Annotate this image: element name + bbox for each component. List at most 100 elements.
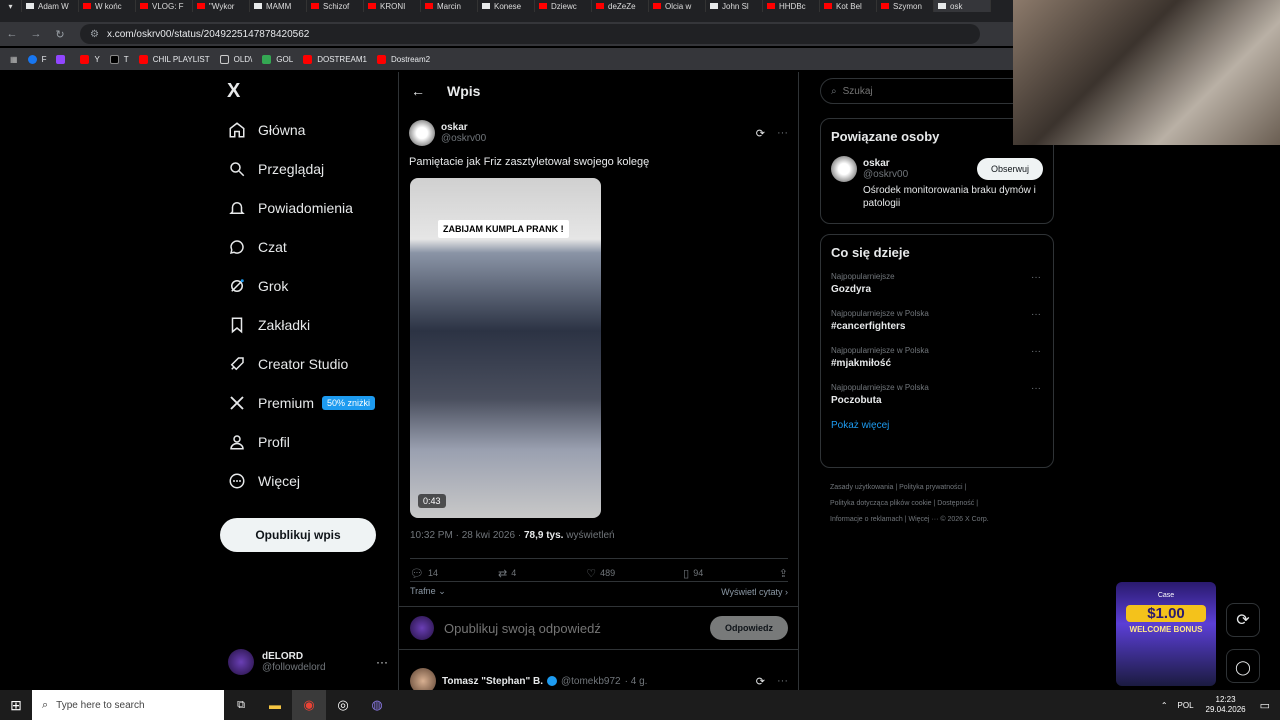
- browser-tab[interactable]: HHDBc: [763, 0, 820, 12]
- address-bar[interactable]: ⚙ x.com/oskrv00/status/20492251478784205…: [80, 24, 980, 44]
- footer-link[interactable]: Polityka prywatności: [899, 484, 962, 491]
- browser-tab[interactable]: Adam W: [22, 0, 79, 12]
- reply-time[interactable]: · 4 g.: [625, 676, 648, 687]
- windows-start-icon[interactable]: ⊞: [0, 697, 32, 714]
- notifications-icon[interactable]: ▭: [1260, 699, 1270, 712]
- trend-item[interactable]: Najpopularniejsze w Polska Poczobuta ···: [831, 383, 1043, 406]
- chrome-icon[interactable]: ◉: [292, 690, 326, 720]
- nav-item-8[interactable]: Profil: [220, 422, 398, 461]
- browser-tab[interactable]: W końc: [79, 0, 136, 12]
- bookmark-item[interactable]: F: [27, 54, 46, 64]
- browser-tab[interactable]: Schizof: [307, 0, 364, 12]
- obs-icon[interactable]: ◎: [326, 697, 360, 713]
- reply-item[interactable]: Tomasz "Stephan" B. @tomekb972 · 4 g. ⟳ …: [410, 668, 788, 692]
- nav-item-7[interactable]: Premium 50% zniżki: [220, 383, 398, 422]
- browser-tab[interactable]: "Wykor: [193, 0, 250, 12]
- bookmark-item[interactable]: CHIL PLAYLIST: [138, 54, 210, 64]
- related-avatar[interactable]: [831, 156, 857, 182]
- author-avatar[interactable]: [409, 120, 435, 146]
- nav-item-5[interactable]: Zakładki: [220, 305, 398, 344]
- nav-item-6[interactable]: Creator Studio: [220, 344, 398, 383]
- nav-item-0[interactable]: Główna: [220, 110, 398, 149]
- bookmark-item[interactable]: Y: [80, 54, 100, 64]
- footer-link[interactable]: Informacje o reklamach: [830, 516, 903, 523]
- trend-more-icon[interactable]: ···: [1031, 309, 1041, 320]
- file-explorer-icon[interactable]: ▬: [258, 698, 292, 712]
- post-timestamp[interactable]: 10:32 PM · 28 kwi 2026 ·: [410, 530, 524, 541]
- reply-handle[interactable]: @tomekb972: [561, 676, 621, 687]
- related-name[interactable]: oskar: [863, 158, 908, 169]
- show-more-link[interactable]: Pokaż więcej: [831, 420, 1043, 431]
- reply-grok-icon[interactable]: ⟳: [756, 675, 765, 688]
- browser-tab[interactable]: deZeZe: [592, 0, 649, 12]
- search-input[interactable]: [840, 84, 1001, 98]
- reply-icon[interactable]: 💬︎: [410, 567, 424, 580]
- back-icon[interactable]: ←: [0, 28, 24, 40]
- back-arrow-icon[interactable]: ←: [411, 83, 425, 99]
- browser-tab[interactable]: Dziewc: [535, 0, 592, 12]
- forward-icon[interactable]: →: [24, 28, 48, 40]
- publish-post-button[interactable]: Opublikuj wpis: [220, 518, 376, 552]
- trend-more-icon[interactable]: ···: [1031, 346, 1041, 357]
- browser-tab[interactable]: Kot Bel: [820, 0, 877, 12]
- nav-item-2[interactable]: Powiadomienia: [220, 188, 398, 227]
- bookmark-item[interactable]: Dostream2: [376, 54, 430, 64]
- reply-input[interactable]: [442, 619, 692, 637]
- bookmark-icon[interactable]: ▯: [683, 567, 689, 580]
- trend-more-icon[interactable]: ···: [1031, 272, 1041, 283]
- promo-ad[interactable]: Case $1.00 WELCOME BONUS: [1116, 582, 1216, 686]
- grok-explain-icon[interactable]: ⟳: [756, 127, 765, 140]
- browser-tab[interactable]: VLOG: F: [136, 0, 193, 12]
- nav-item-3[interactable]: Czat: [220, 227, 398, 266]
- share-icon[interactable]: ⇪: [779, 567, 788, 580]
- footer-link[interactable]: Dostępność: [937, 500, 974, 507]
- browser-tab[interactable]: Olcia w: [649, 0, 706, 12]
- task-view-icon[interactable]: ⧉: [224, 699, 258, 712]
- repost-icon[interactable]: ⇄: [498, 567, 507, 580]
- browser-tab[interactable]: KRONI: [364, 0, 421, 12]
- footer-link[interactable]: Zasady użytkowania: [830, 484, 893, 491]
- browser-tab[interactable]: John Sl: [706, 0, 763, 12]
- trend-item[interactable]: Najpopularniejsze w Polska #cancerfighter…: [831, 309, 1043, 332]
- browser-tab[interactable]: Szymon: [877, 0, 934, 12]
- reply-avatar[interactable]: [410, 668, 436, 692]
- footer-link[interactable]: Polityka dotycząca plików cookie: [830, 500, 932, 507]
- clock[interactable]: 12:23 29.04.2026: [1206, 695, 1246, 715]
- nav-item-9[interactable]: Więcej: [220, 461, 398, 500]
- browser-tab[interactable]: Konese: [478, 0, 535, 12]
- nav-item-4[interactable]: Grok: [220, 266, 398, 305]
- footer-link[interactable]: Więcej ···: [908, 516, 938, 523]
- follow-button[interactable]: Obserwuj: [977, 158, 1043, 180]
- bookmark-item[interactable]: DOSTREAM1: [303, 54, 367, 64]
- account-switcher[interactable]: dELORD @followdelord ···: [228, 646, 388, 678]
- reload-icon[interactable]: ↻: [48, 28, 72, 41]
- bookmark-item[interactable]: [56, 54, 70, 64]
- view-quotes-link[interactable]: Wyświetl cytaty ›: [721, 587, 788, 597]
- like-icon[interactable]: ♡: [586, 567, 596, 580]
- trend-more-icon[interactable]: ···: [1031, 383, 1041, 394]
- taskbar-search[interactable]: ⌕ Type here to search: [32, 690, 224, 720]
- browser-tab[interactable]: Marcin: [421, 0, 478, 12]
- reply-more-icon[interactable]: ···: [777, 675, 788, 687]
- x-logo-icon[interactable]: X: [227, 72, 398, 110]
- account-more-icon[interactable]: ···: [376, 655, 388, 669]
- reply-author[interactable]: Tomasz "Stephan" B.: [442, 676, 543, 687]
- related-handle[interactable]: @oskrv00: [863, 169, 908, 180]
- tray-chevron-icon[interactable]: ⌃: [1161, 701, 1168, 710]
- bookmark-item[interactable]: GOL: [262, 54, 293, 64]
- discord-icon[interactable]: ◍: [360, 697, 394, 713]
- post-more-icon[interactable]: ···: [777, 127, 788, 139]
- tab-list-dropdown[interactable]: ▾: [0, 0, 22, 12]
- bookmark-folder[interactable]: OLD\: [219, 54, 252, 64]
- bookmark-item[interactable]: T: [109, 54, 129, 64]
- nav-item-1[interactable]: Przeglądaj: [220, 149, 398, 188]
- browser-tab[interactable]: MAMM: [250, 0, 307, 12]
- grok-float-button[interactable]: ⟳: [1226, 603, 1260, 637]
- sort-dropdown[interactable]: Trafne ⌄: [410, 586, 446, 597]
- author-handle[interactable]: @oskrv00: [441, 133, 486, 144]
- site-settings-icon[interactable]: ⚙: [90, 29, 99, 40]
- language-indicator[interactable]: POL: [1178, 701, 1194, 710]
- author-name[interactable]: oskar: [441, 122, 486, 133]
- post-video[interactable]: ZABIJAM KUMPLA PRANK ! 0:43: [410, 178, 601, 518]
- chat-float-button[interactable]: ◯: [1226, 649, 1260, 683]
